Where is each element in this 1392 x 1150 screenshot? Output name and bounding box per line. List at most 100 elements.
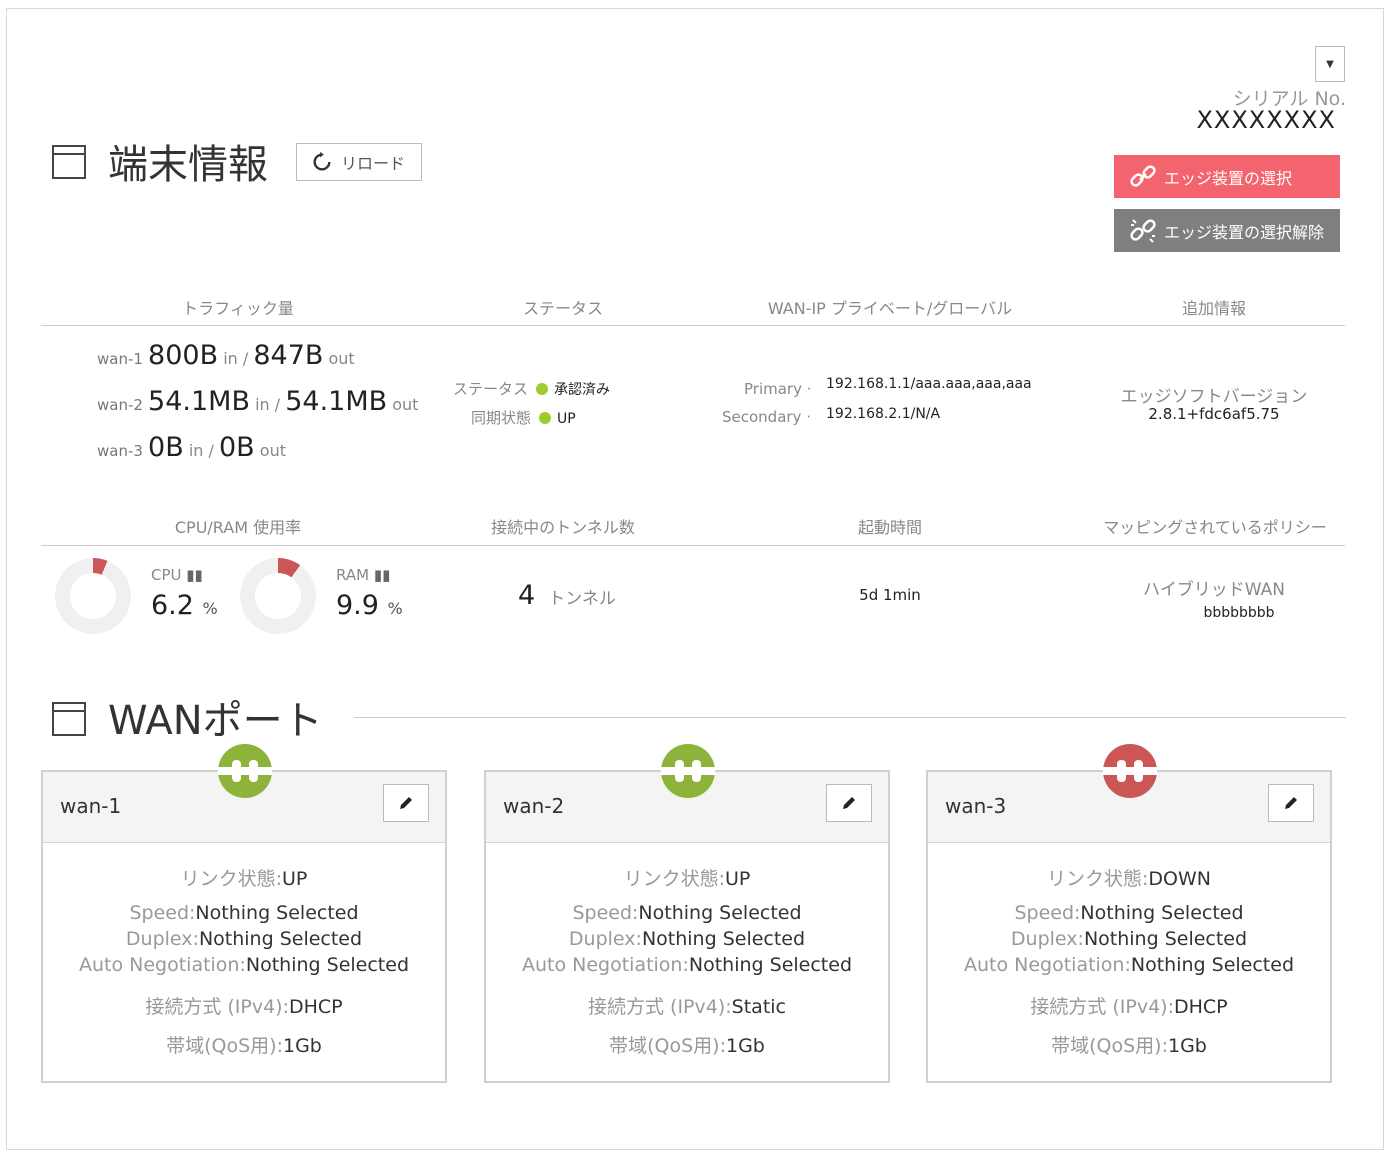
bandwidth-label: 帯域(QoS用): — [1051, 1035, 1168, 1057]
auto-negotiation-value: Nothing Selected — [245, 954, 410, 976]
connection-type-value: Static — [731, 996, 786, 1018]
deselect-edge-label: エッジ装置の選択解除 — [1164, 222, 1325, 242]
traffic-in-unit: in — [255, 395, 270, 414]
serial-value: XXXXXXXX — [1196, 106, 1336, 134]
window-icon — [52, 145, 86, 179]
wan-port-card: wan-3 リンク状態:DOWN Speed:Nothing Selected Dup… — [926, 770, 1332, 1083]
page-title: 端末情報 — [108, 142, 268, 188]
speed-value: Nothing Selected — [638, 902, 802, 924]
traffic-separator: / — [237, 349, 254, 368]
traffic-wan-label: wan-2 — [97, 396, 143, 414]
primary-label: Primary · — [744, 380, 812, 398]
cpu-value: 6.2 % — [151, 590, 218, 621]
ram-value: 9.9 % — [336, 590, 403, 621]
card-link-status: リンク状態:UP — [486, 864, 888, 891]
traffic-header: トラフィック量 — [182, 299, 294, 318]
auto-negotiation-label: Auto Negotiation: — [963, 954, 1131, 976]
extra-header: 追加情報 — [1181, 299, 1246, 318]
traffic-in-unit: in — [223, 349, 238, 368]
status-value: 承認済み — [554, 382, 611, 398]
card-bandwidth: 帯域(QoS用):1Gb — [486, 1031, 888, 1058]
status-dot — [536, 383, 549, 395]
link-icon — [1130, 164, 1156, 187]
traffic-separator: / — [203, 441, 219, 460]
card-speed: Speed:Nothing Selected — [486, 902, 888, 924]
traffic-out-value: 847B — [253, 340, 324, 371]
sync-dot — [539, 412, 552, 424]
card-bandwidth: 帯域(QoS用):1Gb — [928, 1031, 1330, 1058]
uptime-value: 5d 1min — [859, 586, 921, 604]
card-auto-negotiation: Auto Negotiation:Nothing Selected — [43, 954, 445, 976]
sync-line: 同期状態 UP — [471, 407, 576, 428]
bandwidth-value: 1Gb — [1168, 1035, 1207, 1057]
card-connection-type: 接続方式 (IPv4):Static — [486, 992, 888, 1019]
link-status-value: DOWN — [1148, 868, 1211, 890]
bar-chart-icon: ▮▮ — [373, 566, 391, 584]
wan-section-title: WANポート — [108, 698, 323, 744]
wan-ip-header: WAN-IP プライベート/グローバル — [767, 299, 1013, 318]
card-auto-negotiation: Auto Negotiation:Nothing Selected — [486, 954, 888, 976]
traffic-row-wan2: wan-2 54.1MB in / 54.1MB out — [97, 386, 418, 417]
status-header: ステータス — [522, 299, 603, 318]
bandwidth-value: 1Gb — [726, 1035, 765, 1057]
card-auto-negotiation: Auto Negotiation:Nothing Selected — [928, 954, 1330, 976]
traffic-out-unit: out — [392, 395, 419, 414]
traffic-out-unit: out — [259, 441, 286, 460]
speed-label: Speed: — [129, 902, 196, 924]
reload-button[interactable]: リロード — [296, 143, 422, 181]
wan-port-name: wan-1 — [60, 794, 122, 818]
traffic-out-value: 54.1MB — [285, 386, 388, 417]
unlink-icon — [1130, 218, 1156, 243]
card-connection-type: 接続方式 (IPv4):DHCP — [928, 992, 1330, 1019]
card-connection-type: 接続方式 (IPv4):DHCP — [43, 992, 445, 1019]
select-edge-button[interactable]: エッジ装置の選択 — [1114, 155, 1340, 198]
reload-label: リロード — [341, 154, 406, 173]
software-version-label: エッジソフトバージョン — [1120, 387, 1308, 407]
pencil-icon — [843, 797, 855, 809]
traffic-row-wan3: wan-3 0B in / 0B out — [97, 432, 286, 463]
traffic-row-wan1: wan-1 800B in / 847B out — [97, 340, 355, 371]
connection-type-value: DHCP — [289, 996, 343, 1018]
traffic-in-value: 800B — [148, 340, 219, 371]
duplex-value: Nothing Selected — [198, 928, 363, 950]
secondary-value: 192.168.2.1/N/A — [826, 406, 941, 422]
traffic-out-value: 0B — [218, 432, 255, 463]
wan-port-name: wan-2 — [503, 794, 565, 818]
tunnels-header: 接続中のトンネル数 — [491, 518, 635, 537]
speed-label: Speed: — [572, 902, 639, 924]
edit-button[interactable] — [383, 784, 429, 822]
connection-type-label: 接続方式 (IPv4): — [1030, 996, 1174, 1018]
card-speed: Speed:Nothing Selected — [928, 902, 1330, 924]
duplex-value: Nothing Selected — [1083, 928, 1248, 950]
ram-label: RAM ▮▮ — [336, 566, 391, 584]
edit-button[interactable] — [1268, 784, 1314, 822]
link-status-value: UP — [282, 868, 308, 890]
auto-negotiation-value: Nothing Selected — [688, 954, 853, 976]
plug-status-icon — [1103, 744, 1157, 798]
window-icon — [52, 702, 86, 736]
secondary-label: Secondary · — [722, 408, 811, 426]
card-speed: Speed:Nothing Selected — [43, 902, 445, 924]
edit-button[interactable] — [826, 784, 872, 822]
uptime-header: 起動時間 — [857, 518, 922, 537]
traffic-separator: / — [269, 395, 286, 414]
link-status-label: リンク状態: — [1047, 868, 1149, 890]
auto-negotiation-label: Auto Negotiation: — [78, 954, 246, 976]
wan-port-card: wan-2 リンク状態:UP Speed:Nothing Selected Duple… — [484, 770, 890, 1083]
traffic-in-value: 54.1MB — [148, 386, 250, 417]
reload-icon — [313, 151, 331, 171]
connection-type-label: 接続方式 (IPv4): — [588, 996, 732, 1018]
connection-type-label: 接続方式 (IPv4): — [145, 996, 289, 1018]
policy-value: bbbbbbbb — [1203, 605, 1275, 621]
duplex-label: Duplex: — [568, 928, 642, 950]
link-status-label: リンク状態: — [623, 868, 726, 890]
bar-chart-icon: ▮▮ — [186, 566, 203, 584]
status-line: ステータス 承認済み — [453, 378, 610, 399]
card-duplex: Duplex:Nothing Selected — [486, 928, 888, 950]
duplex-label: Duplex: — [125, 928, 199, 950]
cpu-gauge — [55, 558, 131, 634]
serial-dropdown-button[interactable]: ▼ — [1315, 46, 1345, 82]
wan-port-name: wan-3 — [945, 794, 1007, 818]
deselect-edge-button[interactable]: エッジ装置の選択解除 — [1114, 209, 1340, 252]
auto-negotiation-label: Auto Negotiation: — [521, 954, 689, 976]
